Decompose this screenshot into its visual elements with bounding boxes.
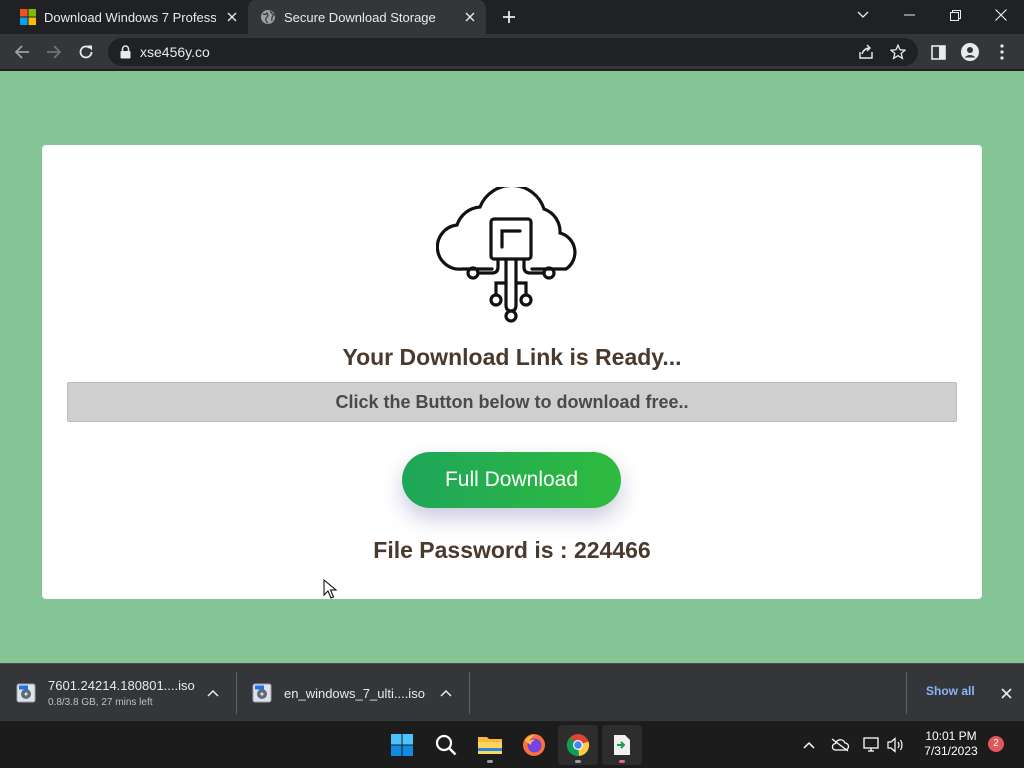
menu-button[interactable] xyxy=(988,38,1016,66)
arrow-right-icon xyxy=(47,45,62,59)
system-clock[interactable]: 10:01 PM 7/31/2023 xyxy=(916,729,986,759)
close-icon xyxy=(995,9,1007,21)
notification-badge[interactable]: 2 xyxy=(988,736,1004,752)
side-panel-button[interactable] xyxy=(924,38,952,66)
arrow-left-icon xyxy=(14,45,29,59)
kebab-menu-icon xyxy=(1000,44,1004,60)
instruction-banner: Click the Button below to download free.… xyxy=(67,382,957,422)
network-icon xyxy=(863,737,879,752)
download-shelf: 7601.24214.180801....iso 0.8/3.8 GB, 27 … xyxy=(0,663,1024,721)
download-item[interactable]: en_windows_7_ulti....iso xyxy=(252,664,425,722)
download-options-button[interactable] xyxy=(204,684,222,702)
chevron-up-icon xyxy=(207,689,219,697)
close-window-button[interactable] xyxy=(978,0,1024,30)
firefox-icon xyxy=(523,734,545,756)
forward-button[interactable] xyxy=(40,38,68,66)
close-shelf-button[interactable] xyxy=(996,683,1016,703)
shelf-divider xyxy=(906,672,907,714)
taskbar-app[interactable] xyxy=(602,725,642,765)
tab-download-windows[interactable]: Download Windows 7 Professional xyxy=(8,0,248,34)
url-text: xse456y.co xyxy=(140,44,210,60)
clock-time: 10:01 PM xyxy=(925,729,977,743)
network-tray-button[interactable] xyxy=(862,735,882,755)
show-hidden-icons-button[interactable] xyxy=(799,735,819,755)
tab-secure-download-storage[interactable]: Secure Download Storage xyxy=(248,0,486,34)
tab-title: Download Windows 7 Professional xyxy=(44,9,216,25)
download-item[interactable]: 7601.24214.180801....iso 0.8/3.8 GB, 27 … xyxy=(16,664,195,722)
tab-title: Secure Download Storage xyxy=(284,9,436,25)
bookmark-button[interactable] xyxy=(884,38,912,66)
taskbar-firefox[interactable] xyxy=(514,725,554,765)
download-options-button[interactable] xyxy=(437,684,455,702)
full-download-button[interactable]: Full Download xyxy=(402,452,621,508)
taskbar-file-explorer[interactable] xyxy=(470,725,510,765)
windows-taskbar: 10:01 PM 7/31/2023 2 xyxy=(0,722,1024,768)
close-icon xyxy=(1000,687,1012,699)
search-icon xyxy=(435,734,457,756)
tab-strip: Download Windows 7 Professional Secure D… xyxy=(0,0,1024,34)
restore-button[interactable] xyxy=(932,0,978,30)
avatar-icon xyxy=(961,43,979,61)
chevron-down-icon xyxy=(857,11,869,18)
minimize-icon xyxy=(903,14,915,16)
download-progress-text: 0.8/3.8 GB, 27 mins left xyxy=(48,697,153,708)
page-heading: Your Download Link is Ready... xyxy=(342,344,682,370)
share-button[interactable] xyxy=(852,38,880,66)
clock-date: 7/31/2023 xyxy=(924,744,978,758)
page-viewport: Your Download Link is Ready... Click the… xyxy=(0,71,1024,663)
new-tab-button[interactable] xyxy=(496,4,522,30)
reload-icon xyxy=(79,45,93,59)
close-tab-icon[interactable] xyxy=(460,7,480,27)
taskbar-search-button[interactable] xyxy=(426,725,466,765)
back-button[interactable] xyxy=(8,38,36,66)
download-filename: en_windows_7_ulti....iso xyxy=(284,685,425,701)
app-icon xyxy=(614,735,630,755)
iso-file-icon xyxy=(16,683,36,703)
address-bar[interactable]: xse456y.co xyxy=(108,38,918,66)
lock-icon[interactable] xyxy=(120,45,131,59)
file-explorer-icon xyxy=(478,737,502,754)
running-indicator xyxy=(487,760,493,763)
browser-toolbar: xse456y.co xyxy=(0,34,1024,70)
start-icon xyxy=(391,734,413,756)
iso-file-icon xyxy=(252,683,272,703)
taskbar-chrome[interactable] xyxy=(558,725,598,765)
start-button[interactable] xyxy=(382,725,422,765)
download-card: Your Download Link is Ready... Click the… xyxy=(42,145,982,599)
share-icon xyxy=(859,44,873,59)
shelf-divider xyxy=(469,672,470,714)
minimize-button[interactable] xyxy=(886,0,932,30)
windows-logo-icon xyxy=(20,9,36,25)
chevron-up-icon xyxy=(440,689,452,697)
star-icon xyxy=(890,44,906,60)
cloud-circuit-icon xyxy=(436,187,577,323)
restore-icon xyxy=(949,9,961,21)
running-indicator xyxy=(575,760,581,763)
close-tab-icon[interactable] xyxy=(222,7,242,27)
side-panel-icon xyxy=(930,44,946,60)
download-filename: 7601.24214.180801....iso xyxy=(48,678,195,693)
chrome-icon xyxy=(566,734,590,757)
volume-tray-button[interactable] xyxy=(886,735,906,755)
volume-icon xyxy=(887,737,903,753)
plus-icon xyxy=(503,11,515,23)
cloud-offline-icon xyxy=(831,738,850,752)
globe-icon xyxy=(261,10,276,24)
running-indicator xyxy=(619,760,625,763)
profile-button[interactable] xyxy=(956,38,984,66)
chevron-up-icon xyxy=(803,741,815,749)
tab-search-button[interactable] xyxy=(840,0,886,30)
show-all-downloads-link[interactable]: Show all xyxy=(926,684,975,698)
reload-button[interactable] xyxy=(72,38,100,66)
shelf-divider xyxy=(236,672,237,714)
file-password-text: File Password is : 224466 xyxy=(373,537,651,563)
mouse-cursor-icon xyxy=(323,579,337,599)
onedrive-tray-button[interactable] xyxy=(830,735,850,755)
